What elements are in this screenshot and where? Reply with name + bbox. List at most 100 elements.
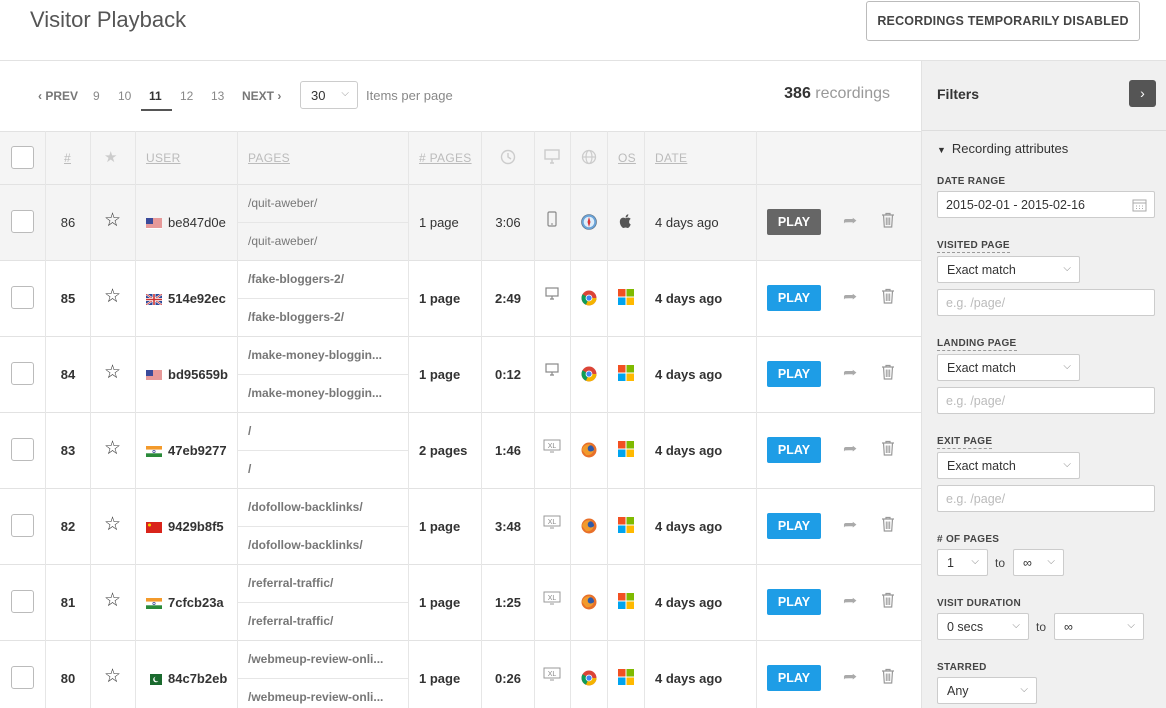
play-button[interactable]: PLAY [767, 513, 821, 539]
pages-divider [237, 602, 408, 603]
star-outline-icon[interactable]: ☆ [104, 209, 121, 232]
row-checkbox[interactable] [11, 286, 34, 309]
user-id[interactable]: bd95659b [168, 367, 228, 382]
visit-duration: 1:46 [494, 443, 522, 458]
table-row[interactable]: 86 ☆ be847d0e/quit-aweber/ /quit-aweber/1 p… [0, 185, 921, 261]
starred-select[interactable]: Any ⌵ [937, 677, 1037, 704]
calendar-icon[interactable] [1132, 198, 1147, 212]
header-date[interactable]: DATE [655, 151, 687, 165]
trash-icon[interactable] [881, 212, 895, 231]
share-icon[interactable]: ➦ [843, 213, 857, 229]
user-id[interactable]: be847d0e [168, 215, 226, 230]
row-checkbox[interactable] [11, 362, 34, 385]
user-id[interactable]: 47eb9277 [168, 443, 227, 458]
recording-number: 86 [60, 215, 76, 230]
table-row[interactable]: 80 ☆ 84c7b2eb/webmeup-review-onli... /webme… [0, 641, 921, 708]
next-page-link[interactable]: NEXT › [242, 89, 281, 103]
monitor-icon[interactable] [544, 149, 560, 164]
page-link-12[interactable]: 12 [180, 89, 193, 103]
table-row[interactable]: 82 ☆ 9429b8f5/dofollow-backlinks/ /dofollow… [0, 489, 921, 565]
share-icon[interactable]: ➦ [843, 365, 857, 381]
play-button[interactable]: PLAY [767, 361, 821, 387]
page-link-11-current[interactable]: 11 [149, 89, 162, 103]
num-pages-from-select[interactable]: 1 ⌵ [937, 549, 988, 576]
page-link-10[interactable]: 10 [118, 89, 131, 103]
collapse-filters-button[interactable]: › [1129, 80, 1156, 107]
date-range-input[interactable]: 2015-02-01 - 2015-02-16 [937, 191, 1155, 218]
duration-from-select[interactable]: 0 secs ⌵ [937, 613, 1029, 640]
globe-icon[interactable] [581, 149, 597, 165]
table-row[interactable]: 81 ☆ 7cfcb23a/referral-traffic/ /referral-t… [0, 565, 921, 641]
table-row[interactable]: 83 ☆ 47eb9277 / / 2 pages 1:46 XL 4 days ago PLAY… [0, 413, 921, 489]
user-id[interactable]: 514e92ec [168, 291, 226, 306]
items-per-page-select[interactable]: 30 ⌵ [300, 81, 358, 109]
row-checkbox[interactable] [11, 438, 34, 461]
trash-icon[interactable] [881, 364, 895, 383]
duration-to-select[interactable]: ∞ ⌵ [1054, 613, 1144, 640]
visited-page-match-select[interactable]: Exact match ⌵ [937, 256, 1080, 283]
pages-divider [237, 450, 408, 451]
row-checkbox[interactable] [11, 590, 34, 613]
star-outline-icon[interactable]: ☆ [104, 361, 121, 384]
row-checkbox[interactable] [11, 666, 34, 689]
header-user[interactable]: USER [146, 151, 181, 165]
caret-down-icon: ▼ [937, 145, 946, 155]
num-pages-to-select[interactable]: ∞ ⌵ [1013, 549, 1064, 576]
recordings-disabled-button[interactable]: RECORDINGS TEMPORARILY DISABLED [866, 1, 1140, 41]
pages-divider [237, 298, 408, 299]
share-icon[interactable]: ➦ [843, 669, 857, 685]
play-button[interactable]: PLAY [767, 589, 821, 615]
landing-page-match-select[interactable]: Exact match ⌵ [937, 354, 1080, 381]
exit-page-match-select[interactable]: Exact match ⌵ [937, 452, 1080, 479]
windows-os-icon [618, 289, 634, 305]
recording-attributes-toggle[interactable]: ▼ Recording attributes [937, 141, 1068, 156]
landing-page-input[interactable]: e.g. /page/ [937, 387, 1155, 414]
share-icon[interactable]: ➦ [843, 593, 857, 609]
row-checkbox[interactable] [11, 514, 34, 537]
page-link-9[interactable]: 9 [93, 89, 100, 103]
column-divider [408, 131, 409, 708]
column-divider [45, 131, 46, 708]
user-id[interactable]: 9429b8f5 [168, 519, 224, 534]
duration-from-value: 0 secs [947, 620, 984, 634]
header-pages[interactable]: PAGES [248, 151, 290, 165]
share-icon[interactable]: ➦ [843, 289, 857, 305]
play-button[interactable]: PLAY [767, 437, 821, 463]
row-checkbox[interactable] [11, 210, 34, 233]
table-row[interactable]: 84 ☆ bd95659b/make-money-bloggin... /make-m… [0, 337, 921, 413]
trash-icon[interactable] [881, 288, 895, 307]
star-icon[interactable]: ★ [104, 148, 117, 166]
star-outline-icon[interactable]: ☆ [104, 285, 121, 308]
user-id[interactable]: 84c7b2eb [168, 671, 227, 686]
play-button[interactable]: PLAY [767, 209, 821, 235]
star-outline-icon[interactable]: ☆ [104, 665, 121, 688]
star-outline-icon[interactable]: ☆ [104, 513, 121, 536]
exit-page-input[interactable]: e.g. /page/ [937, 485, 1155, 512]
page-link-13[interactable]: 13 [211, 89, 224, 103]
exit-page-path: /quit-aweber/ [248, 234, 318, 248]
share-icon[interactable]: ➦ [843, 441, 857, 457]
visit-duration: 0:26 [494, 671, 522, 686]
flag-gb-icon [145, 293, 163, 306]
header-num[interactable]: # [64, 151, 71, 165]
trash-icon[interactable] [881, 516, 895, 535]
trash-icon[interactable] [881, 440, 895, 459]
table-row[interactable]: 85 ☆ 514e92ec/fake-bloggers-2/ /fake-blogge… [0, 261, 921, 337]
play-button[interactable]: PLAY [767, 285, 821, 311]
clock-icon[interactable] [500, 149, 516, 165]
prev-page-link[interactable]: ‹ PREV [38, 89, 78, 103]
share-icon[interactable]: ➦ [843, 517, 857, 533]
header-os[interactable]: OS [618, 151, 636, 165]
star-outline-icon[interactable]: ☆ [104, 437, 121, 460]
visit-duration-label: VISIT DURATION [937, 598, 1022, 609]
play-button[interactable]: PLAY [767, 665, 821, 691]
trash-icon[interactable] [881, 592, 895, 611]
select-all-checkbox[interactable] [11, 146, 34, 169]
header-num-pages[interactable]: # PAGES [419, 151, 472, 165]
safari-browser-icon [581, 214, 597, 230]
pages-divider [237, 526, 408, 527]
user-id[interactable]: 7cfcb23a [168, 595, 224, 610]
visited-page-input[interactable]: e.g. /page/ [937, 289, 1155, 316]
star-outline-icon[interactable]: ☆ [104, 589, 121, 612]
trash-icon[interactable] [881, 668, 895, 687]
